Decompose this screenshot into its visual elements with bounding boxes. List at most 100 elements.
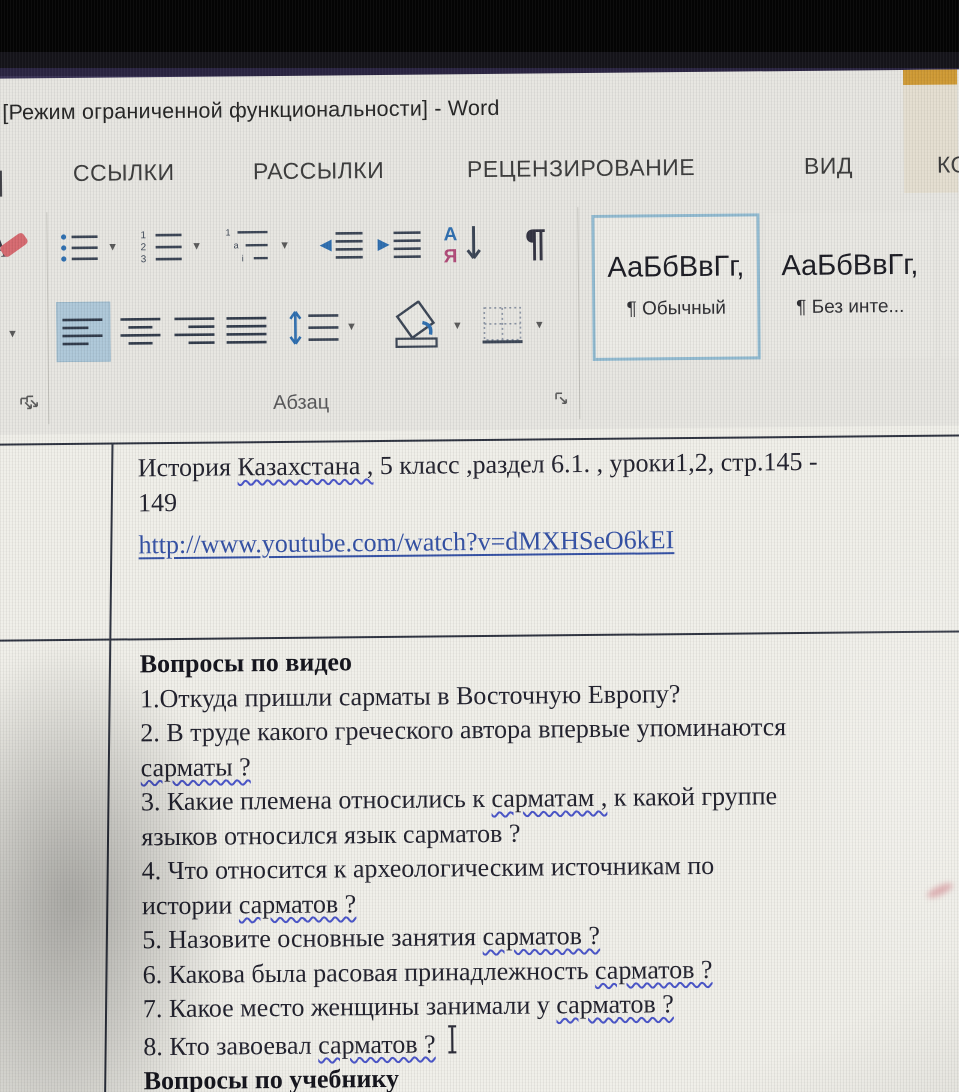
multilevel-list-icon: 1ai xyxy=(223,226,271,266)
shading-button[interactable] xyxy=(386,298,449,353)
style-preview: А xyxy=(943,233,959,280)
ribbon-tab-contextual[interactable]: КО xyxy=(937,151,959,178)
text-run: 4. Что относится к археологическим источ… xyxy=(141,850,715,886)
sort-icon: АЯ xyxy=(441,222,487,266)
align-center-icon xyxy=(120,315,162,347)
justify-button[interactable] xyxy=(224,312,270,348)
text-run: 2. В труде какого греческого автора впер… xyxy=(140,712,787,748)
text-run: языков относился язык сарматов ? xyxy=(141,818,521,851)
table-cell-questions[interactable]: Вопросы по видео 1.Откуда пришли сарматы … xyxy=(139,639,959,1092)
table-border-vertical xyxy=(103,442,114,1092)
style-item[interactable]: АаБбВвГг, ¶ Без инте... xyxy=(765,211,935,360)
bold-heading: Вопросы по видео xyxy=(139,647,353,679)
decrease-indent-button[interactable] xyxy=(315,227,365,263)
chevron-down-icon: ▾ xyxy=(281,236,288,252)
align-left-icon xyxy=(62,316,104,348)
bold-heading: Вопросы по учебнику xyxy=(143,1063,400,1092)
document-area[interactable]: История Казахстана , 5 класс ,раздел 6.1… xyxy=(0,425,959,1092)
text-run: 5. Назовите основные занятия xyxy=(142,922,483,955)
svg-text:А: А xyxy=(443,224,457,245)
text-run: 7. Какое место женщины занимали у xyxy=(142,990,557,1024)
increase-indent-button[interactable] xyxy=(373,227,423,263)
svg-text:1: 1 xyxy=(140,230,146,241)
borders-icon xyxy=(480,306,524,346)
svg-text:a: a xyxy=(234,240,239,250)
multilevel-list-button[interactable]: 1ai xyxy=(221,224,273,268)
window-title: [Режим ограниченной функциональности] - … xyxy=(2,95,500,125)
svg-text:1: 1 xyxy=(225,227,230,237)
text-run: 3. Какие племена относились к xyxy=(140,783,492,817)
paragraph-dialog-launcher-icon[interactable] xyxy=(554,391,570,407)
misspelled-word: сарматов ? xyxy=(317,1029,436,1060)
group-separator xyxy=(46,212,50,425)
misspelled-word: Казахстана , xyxy=(237,451,374,482)
svg-text:Я: Я xyxy=(444,246,458,266)
style-label: ¶ Обычный xyxy=(626,297,727,320)
ribbon-tab-bar: ССЫЛКИ РАССЫЛКИ РЕЦЕНЗИРОВАНИЕ ВИД КО xyxy=(0,139,959,203)
pilcrow-icon: ¶ xyxy=(524,222,547,265)
align-left-button[interactable] xyxy=(60,314,106,350)
chevron-down-icon: ▾ xyxy=(193,237,200,253)
text-run: 5 класс ,раздел 6.1. , уроки1,2, стр.145… xyxy=(373,446,818,481)
align-right-icon xyxy=(174,315,216,347)
line-spacing-dropdown[interactable]: ▾ xyxy=(342,317,360,335)
increase-indent-icon xyxy=(375,229,421,261)
text-run: История xyxy=(137,452,238,483)
text-cursor xyxy=(445,1024,459,1054)
ribbon-tab[interactable]: РЕЦЕНЗИРОВАНИЕ xyxy=(467,154,695,183)
font-group-dialog-launcher-icon[interactable] xyxy=(19,396,35,412)
ribbon-tab[interactable]: ВИД xyxy=(804,152,853,179)
bullets-button[interactable] xyxy=(57,228,101,268)
text-run: к какой группе xyxy=(607,781,778,812)
shading-dropdown[interactable]: ▾ xyxy=(448,316,466,334)
style-label: За xyxy=(943,292,959,316)
bullets-dropdown[interactable]: ▾ xyxy=(104,237,122,255)
text-run: 149 xyxy=(137,487,178,517)
clear-formatting-button[interactable]: A xyxy=(0,224,32,270)
ribbon: A ▾ ▾ 123 xyxy=(0,193,959,434)
ribbon-tab[interactable]: РАССЫЛКИ xyxy=(253,157,385,185)
borders-button[interactable] xyxy=(476,304,528,348)
numbering-icon: 123 xyxy=(139,229,183,265)
decrease-indent-icon xyxy=(317,229,363,261)
numbering-dropdown[interactable]: ▾ xyxy=(188,237,206,255)
misspelled-word: сарматов ? xyxy=(556,989,674,1020)
word-window: [Режим ограниченной функциональности] - … xyxy=(0,69,959,1092)
align-right-button[interactable] xyxy=(172,313,218,349)
cutoff-tab-fragment xyxy=(0,170,3,197)
multilevel-list-dropdown[interactable]: ▾ xyxy=(276,236,294,254)
youtube-hyperlink[interactable]: http://www.youtube.com/watch?v=dMXHSeO6k… xyxy=(138,525,674,559)
svg-text:2: 2 xyxy=(141,242,147,253)
style-item[interactable]: А За xyxy=(939,210,959,358)
style-preview: АаБбВвГг, xyxy=(607,250,745,284)
chevron-down-icon: ▾ xyxy=(9,325,16,341)
contextual-tab-accent xyxy=(902,69,958,85)
borders-dropdown[interactable]: ▾ xyxy=(530,315,548,333)
misspelled-word: сарматов ? xyxy=(482,920,601,952)
shading-icon xyxy=(388,300,446,351)
svg-text:i: i xyxy=(242,253,244,263)
text-run: истории xyxy=(141,889,239,920)
style-preview: АаБбВвГг, xyxy=(781,248,919,283)
chevron-down-icon: ▾ xyxy=(536,316,543,332)
chevron-down-icon: ▾ xyxy=(454,317,461,333)
chevron-down-icon: ▾ xyxy=(109,238,116,254)
ribbon-tab[interactable]: ССЫЛКИ xyxy=(73,159,175,187)
group-separator xyxy=(577,207,581,420)
line-spacing-button[interactable] xyxy=(286,305,342,350)
text-run: 1.Откуда пришли сарматы в Восточную Евро… xyxy=(139,678,681,713)
font-color-dropdown[interactable]: ▾ xyxy=(0,324,24,342)
sort-button[interactable]: АЯ xyxy=(439,220,489,268)
misspelled-word: сарматов ? xyxy=(594,954,713,985)
style-item[interactable]: АаБбВвГг, ¶ Обычный xyxy=(591,213,761,361)
justify-icon xyxy=(226,314,268,346)
svg-text:3: 3 xyxy=(141,254,147,265)
show-paragraph-marks-button[interactable]: ¶ xyxy=(513,219,557,267)
numbering-button[interactable]: 123 xyxy=(137,227,185,267)
document-link-line: http://www.youtube.com/watch?v=dMXHSeO6k… xyxy=(138,520,959,563)
misspelled-word: сарматы ? xyxy=(140,751,251,782)
align-center-button[interactable] xyxy=(118,313,164,349)
table-cell-lesson-info[interactable]: История Казахстана , 5 класс ,раздел 6.1… xyxy=(138,443,959,563)
screen-photo: [Режим ограниченной функциональности] - … xyxy=(0,0,959,1092)
text-run: 8. Кто завоевал xyxy=(143,1030,319,1061)
